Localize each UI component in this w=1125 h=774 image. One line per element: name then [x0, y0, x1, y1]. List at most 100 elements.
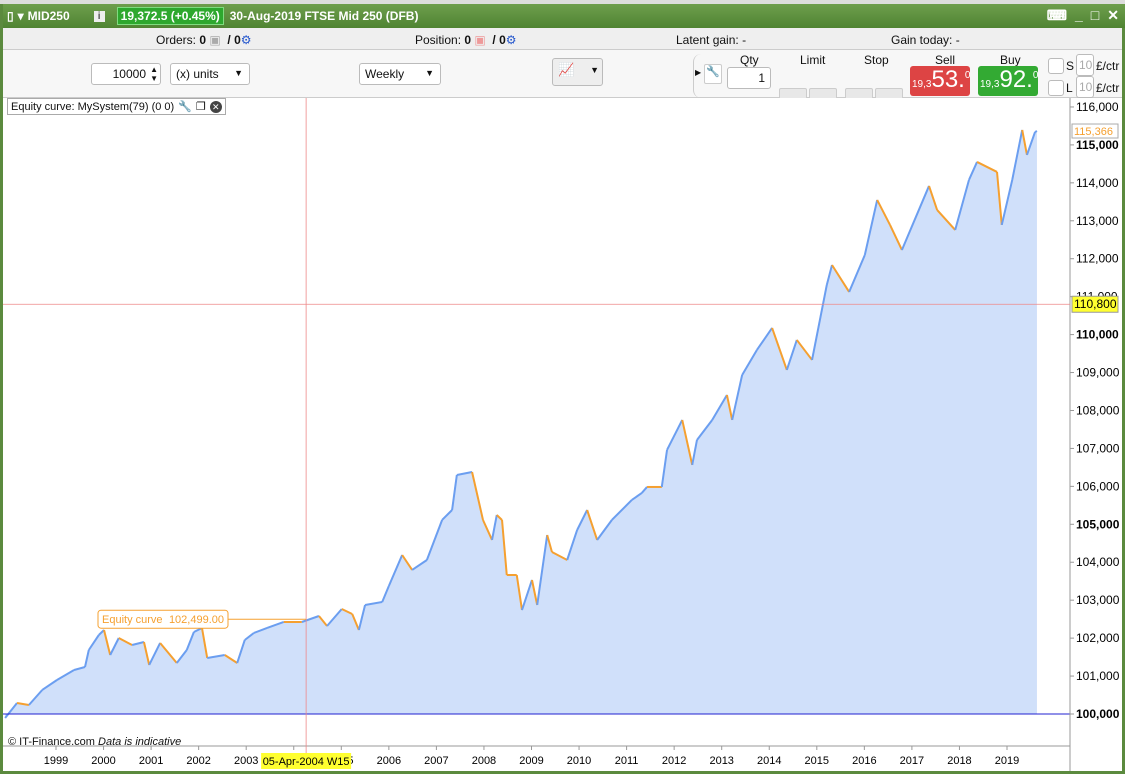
l-unit-label: £/ctr: [1096, 81, 1120, 95]
credit: © IT-Finance.com Data is indicative: [8, 736, 181, 748]
credit-text: © IT-Finance.com: [8, 736, 95, 748]
close-position-icon[interactable]: ▣: [474, 33, 485, 47]
equity-area: [5, 129, 1037, 718]
buy-button[interactable]: 19,392.0: [978, 66, 1038, 96]
x-tick-label: 2019: [995, 755, 1019, 767]
status-row: Orders: 0 ▣ / 0⚙ Position: 0 ▣ / 0⚙ Late…: [3, 28, 1122, 50]
position-value: 0: [464, 33, 472, 47]
y-tick-label: 115,000: [1076, 138, 1119, 152]
latent-gain-value: -: [742, 33, 747, 47]
gain-today-label: Gain today:: [891, 33, 953, 47]
amount-stepper[interactable]: 10000 ▲ ▼: [91, 63, 161, 85]
sell-price: 53.: [931, 66, 965, 93]
latent-gain-label: Latent gain:: [676, 33, 739, 47]
info-icon[interactable]: i: [93, 10, 105, 22]
period-value: Weekly: [365, 67, 405, 81]
s-size-value: 10: [1079, 58, 1093, 72]
close-button[interactable]: ✕: [1107, 7, 1119, 24]
credit-note: Data is indicative: [98, 736, 182, 748]
period-select[interactable]: Weekly: [359, 63, 441, 85]
x-tick-label: 2006: [377, 755, 401, 767]
strategy-chart-icon: 📈: [558, 62, 575, 77]
l-size-value: 10: [1079, 80, 1093, 94]
x-tick-label: 2000: [91, 755, 115, 767]
y-tick-label: 101,000: [1076, 669, 1120, 683]
last-value: 115,366: [1074, 126, 1113, 138]
strategy-button[interactable]: 📈 ▼: [552, 58, 603, 86]
keyboard-icon[interactable]: ⌨: [1047, 7, 1067, 24]
s-unit-label: £/ctr: [1096, 59, 1120, 73]
l-size-input[interactable]: 10: [1076, 76, 1094, 98]
close-indicator-icon[interactable]: ✕: [209, 100, 222, 113]
window-titlebar: ▯ ▾ MID250 i 19,372.5 (+0.45%) 30-Aug-2019…: [3, 4, 1125, 28]
crosshair-value: 110,800: [1074, 297, 1117, 311]
x-tick-label: 2008: [472, 755, 496, 767]
x-tick-label: 2010: [567, 755, 591, 767]
tooltip-value: 102,499.00: [169, 614, 224, 626]
stop-label: Stop: [864, 53, 889, 67]
symbol-selector[interactable]: ▯ ▾ MID250: [7, 9, 70, 23]
buy-prefix: 19,3: [980, 79, 1000, 90]
sell-sup: 0: [964, 70, 971, 81]
crosshair-date: 05-Apr-2004 W15: [263, 756, 350, 768]
expand-arrow-icon[interactable]: ▶: [695, 68, 701, 77]
minimize-button[interactable]: _: [1075, 7, 1083, 24]
y-tick-label: 100,000: [1076, 707, 1120, 721]
position-label: Position:: [415, 33, 462, 47]
x-tick-label: 2017: [900, 755, 924, 767]
x-tick-label: 2012: [662, 755, 686, 767]
sell-label: Sell: [935, 53, 956, 67]
x-tick-label: 1999: [44, 755, 68, 767]
gears-icon[interactable]: ⚙: [506, 33, 517, 47]
x-tick-label: 2013: [709, 755, 733, 767]
chart-area[interactable]: 100,000 101,000 102,000 103,000 104,000 105,0…: [3, 98, 1122, 771]
price-badge: 19,372.5 (+0.45%): [116, 7, 224, 25]
l-checkbox[interactable]: [1048, 80, 1064, 96]
x-tick-label: 2009: [519, 755, 543, 767]
x-tick-label: 2007: [424, 755, 448, 767]
sell-prefix: 19,3: [912, 79, 932, 90]
candlestick-icon: ▯: [7, 9, 14, 23]
maximize-button[interactable]: □: [1091, 7, 1099, 24]
y-tick-label: 109,000: [1076, 366, 1120, 380]
units-value: (x) units: [176, 67, 219, 81]
y-tick-label: 116,000: [1076, 100, 1119, 114]
buy-sup: 0: [1032, 70, 1039, 81]
s-checkbox[interactable]: [1048, 58, 1064, 74]
units-select[interactable]: (x) units: [170, 63, 250, 85]
position-pending: / 0: [492, 33, 506, 47]
orders-pending: / 0: [227, 33, 241, 47]
x-tick-label: 2011: [615, 755, 639, 767]
x-tick-label: 2003: [234, 755, 258, 767]
amount-value: 10000: [112, 67, 146, 81]
symbol-label: MID250: [27, 9, 70, 23]
gears-icon[interactable]: ⚙: [241, 33, 252, 47]
sell-button[interactable]: 19,353.0: [910, 66, 970, 96]
stepper-arrows-icon[interactable]: ▲ ▼: [150, 65, 158, 83]
indicator-title: Equity curve: MySystem(79) (0 0): [11, 100, 175, 113]
s-size-input[interactable]: 10: [1076, 54, 1094, 76]
detach-window-icon[interactable]: ❐: [196, 100, 206, 113]
x-tick-label: 2002: [186, 755, 210, 767]
l-label: L: [1066, 81, 1073, 95]
wrench-icon[interactable]: 🔧: [704, 64, 722, 84]
orders-value: 0: [199, 33, 207, 47]
x-tick-label: 2001: [139, 755, 163, 767]
y-tick-label: 103,000: [1076, 593, 1120, 607]
equity-chart[interactable]: 100,000 101,000 102,000 103,000 104,000 105,0…: [3, 98, 1122, 771]
x-tick-label: 2015: [805, 755, 829, 767]
buy-label: Buy: [1000, 53, 1021, 67]
y-tick-label: 104,000: [1076, 555, 1120, 569]
indicator-legend: Equity curve: MySystem(79) (0 0) 🔧 ❐ ✕: [7, 98, 226, 115]
y-tick-label: 113,000: [1076, 214, 1119, 228]
qty-input[interactable]: 1: [727, 67, 771, 89]
wrench-icon[interactable]: 🔧: [178, 100, 192, 113]
y-tick-label: 102,000: [1076, 631, 1120, 645]
chevron-down-icon: ▾: [17, 9, 24, 23]
y-tick-label: 106,000: [1076, 479, 1120, 493]
chevron-down-icon[interactable]: ▼: [590, 65, 599, 75]
qty-label: Qty: [740, 53, 759, 67]
cancel-orders-icon[interactable]: ▣: [209, 33, 220, 47]
x-tick-label: 2016: [852, 755, 876, 767]
instrument-description: 30-Aug-2019 FTSE Mid 250 (DFB): [229, 9, 419, 23]
